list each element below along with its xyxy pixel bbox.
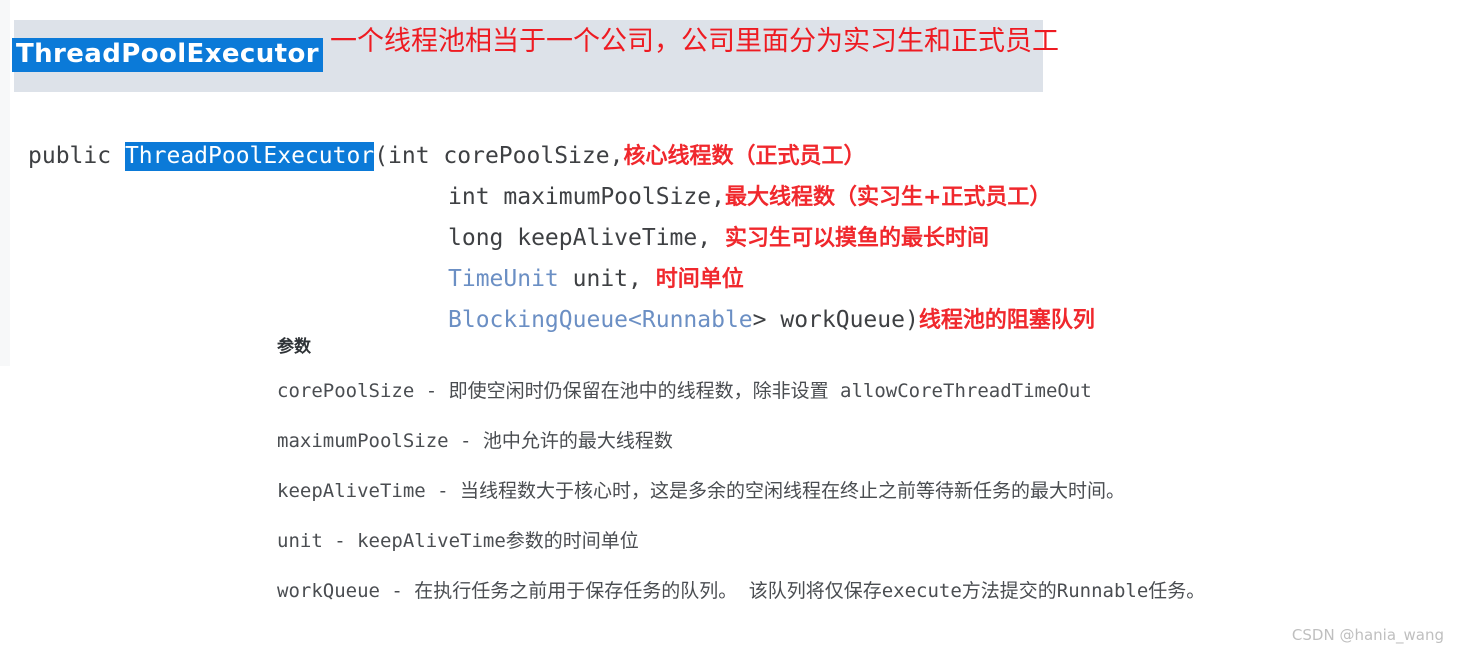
header-annotation-note: 一个线程池相当于一个公司，公司里面分为实习生和正式员工 [330, 26, 1059, 57]
parameters-section: 参数 corePoolSize - 即使空闲时仍保留在池中的线程数，除非设置 a… [277, 336, 1437, 628]
param-row: unit - keepAliveTime参数的时间单位 [277, 528, 1437, 554]
type-link-runnable[interactable]: Runnable [642, 307, 753, 333]
page-left-gutter [0, 0, 10, 366]
param-name-unit: unit [277, 530, 323, 552]
parameters-heading: 参数 [277, 337, 311, 357]
signature-annotation-1: 核心线程数（正式员工） [623, 144, 866, 169]
param-desc: 当线程数大于核心时，这是多余的空闲线程在终止之前等待新任务的最大时间。 [460, 480, 1126, 502]
type-link-timeunit[interactable]: TimeUnit [448, 266, 559, 292]
signature-code-4: unit, [558, 266, 656, 292]
param-row: workQueue - 在执行任务之前用于保存任务的队列。 该队列将仅保存exe… [277, 578, 1437, 604]
signature-line-3: long keepAliveTime, 实习生可以摸鱼的最长时间 [28, 218, 1095, 259]
signature-code-2: int maximumPoolSize, [448, 184, 725, 210]
signature-annotation-5: 线程池的阻塞队列 [918, 308, 1095, 333]
signature-annotation-3: 实习生可以摸鱼的最长时间 [724, 226, 989, 251]
param-row: corePoolSize - 即使空闲时仍保留在池中的线程数，除非设置 allo… [277, 378, 1437, 404]
param-dash: - [425, 480, 461, 502]
param-row: maximumPoolSize - 池中允许的最大线程数 [277, 428, 1437, 454]
param-dash: - [379, 580, 415, 602]
signature-line-2: int maximumPoolSize,最大线程数（实习生+正式员工） [28, 177, 1095, 218]
param-name-keepalivetime: keepAliveTime [277, 480, 426, 502]
signature-line-5: BlockingQueue<Runnable> workQueue)线程池的阻塞… [28, 300, 1095, 341]
constructor-signature: public ThreadPoolExecutor(int corePoolSi… [28, 136, 1095, 341]
param-row: keepAliveTime - 当线程数大于核心时，这是多余的空闲线程在终止之前… [277, 478, 1437, 504]
signature-line-1: public ThreadPoolExecutor(int corePoolSi… [28, 136, 1095, 177]
csdn-watermark: CSDN @hania_wang [1291, 626, 1444, 644]
signature-code-5: > workQueue) [752, 307, 919, 333]
type-link-blockingqueue[interactable]: BlockingQueue [448, 307, 628, 333]
signature-modifier: public [28, 143, 125, 169]
class-name-highlight: ThreadPoolExecutor [12, 38, 323, 72]
param-dash: - [322, 530, 358, 552]
param-dash: - [448, 430, 483, 452]
param-desc: keepAliveTime参数的时间单位 [357, 530, 639, 552]
signature-annotation-2: 最大线程数（实习生+正式员工） [724, 185, 1052, 210]
param-name-corepoolsize: corePoolSize [277, 380, 415, 402]
signature-code-1: (int corePoolSize, [374, 143, 624, 169]
generic-open-bracket: < [628, 307, 642, 333]
signature-class-name-highlight: ThreadPoolExecutor [124, 142, 375, 171]
param-desc: 即使空闲时仍保留在池中的线程数，除非设置 allowCoreThreadTime… [448, 380, 1092, 402]
param-desc: 在执行任务之前用于保存任务的队列。 该队列将仅保存execute方法提交的Run… [414, 580, 1206, 602]
signature-line-4: TimeUnit unit, 时间单位 [28, 259, 1095, 300]
signature-annotation-4: 时间单位 [655, 267, 744, 292]
param-dash: - [414, 380, 449, 402]
param-name-maximumpoolsize: maximumPoolSize [277, 430, 449, 452]
param-desc: 池中允许的最大线程数 [482, 430, 673, 452]
param-name-workqueue: workQueue [277, 580, 380, 602]
signature-code-3: long keepAliveTime, [448, 225, 725, 251]
